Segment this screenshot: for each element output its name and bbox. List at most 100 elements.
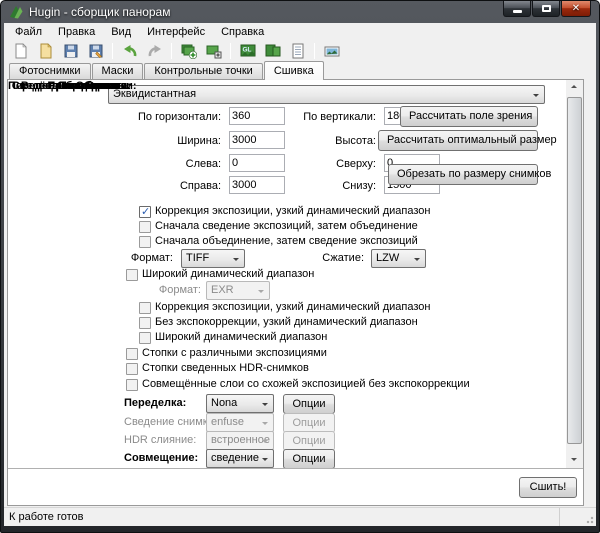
image-fusion-combo: enfuse [206, 413, 274, 432]
canvas-width-label: Ширина: [126, 135, 221, 147]
gl-preview-icon[interactable]: GL [236, 41, 259, 61]
remapped-checkbox-label-2: Широкий динамический диапазон [155, 331, 327, 343]
stitcher-tab-panel: Проекция: Эквидистантная Поле зрения: По… [7, 79, 584, 506]
menu-item-file[interactable]: Файл [7, 24, 50, 40]
crop-left-input[interactable] [229, 154, 285, 172]
add-images-icon[interactable] [177, 41, 200, 61]
crop-right-label: Справа: [126, 180, 221, 192]
output-checkbox-label-2: Сначала объединение, затем сведение эксп… [155, 235, 418, 247]
hdr-merger-options-button: Опции [283, 431, 335, 451]
tab-masks[interactable]: Маски [92, 63, 144, 79]
menu-item-edit[interactable]: Правка [50, 24, 103, 40]
status-bar: К работе готов [4, 507, 596, 526]
layers-checkbox-label-0: Совмещённые слои со схожей экспозицией б… [142, 378, 470, 390]
remapped-checkbox-0[interactable] [139, 302, 151, 314]
blender-combo[interactable]: сведение [206, 449, 274, 468]
svg-text:GL: GL [242, 47, 251, 54]
window-title: Hugin - сборщик панорам [29, 5, 170, 19]
menu-item-help[interactable]: Справка [213, 24, 272, 40]
menu-item-view[interactable]: Вид [103, 24, 139, 40]
hdr-merger-combo: встроенное [206, 431, 274, 450]
blender-label: Совмещение: [124, 452, 198, 464]
layers-checkbox-0[interactable] [126, 379, 138, 391]
undo-icon[interactable] [118, 41, 141, 61]
remapped-checkbox-2[interactable] [139, 332, 151, 344]
tab-bar: ФотоснимкиМаскиКонтрольные точкиСшивка [4, 61, 596, 79]
output-checkbox-1[interactable] [139, 221, 151, 233]
scroll-up-arrow-icon[interactable] [566, 80, 583, 97]
remapper-combo[interactable]: Nona [206, 394, 274, 413]
app-window: Hugin - сборщик панорам ✕ ФайлПравкаВидИ… [0, 0, 600, 533]
minimize-button[interactable] [503, 1, 531, 17]
crop-right-input[interactable] [229, 176, 285, 194]
crop-left-label: Слева: [126, 158, 221, 170]
vertical-scrollbar[interactable] [566, 80, 583, 468]
save-project-icon[interactable] [59, 41, 82, 61]
remapped-checkbox-label-1: Без экспокоррекции, узкий динамический д… [155, 316, 418, 328]
crop-to-images-button[interactable]: Обрезать по размеру снимков [388, 164, 538, 185]
crop-top-label: Сверху: [294, 158, 376, 170]
control-points-list-icon[interactable] [286, 41, 309, 61]
remapped-checkbox-1[interactable] [139, 317, 151, 329]
remapper-label: Переделка: [124, 397, 186, 409]
stitch-button[interactable]: Сшить! [519, 477, 577, 498]
format-combo[interactable]: TIFF [181, 249, 245, 268]
output-checkbox-label-1: Сначала сведение экспозиций, затем объед… [155, 220, 418, 232]
compression-combo[interactable]: LZW [371, 249, 426, 268]
menubar: ФайлПравкаВидИнтерфейсСправка [4, 23, 596, 41]
close-icon: ✕ [572, 2, 580, 16]
tab-stitcher[interactable]: Сшивка [264, 61, 324, 80]
compression-label: Сжатие: [299, 252, 364, 264]
canvas-height-label: Высота: [294, 135, 376, 147]
redo-icon[interactable] [143, 41, 166, 61]
status-text: К работе готов [9, 511, 84, 523]
hdr-output-checkbox-label: Широкий динамический диапазон [142, 268, 314, 280]
toolbar-separator [230, 43, 231, 59]
output-checkbox-0[interactable] [139, 206, 151, 218]
tab-control-points[interactable]: Контрольные точки [144, 63, 262, 79]
calc-optimal-size-button[interactable]: Рассчитать оптимальный размер [378, 130, 538, 151]
maximize-icon [542, 5, 551, 12]
projection-combo[interactable]: Эквидистантная [108, 85, 545, 104]
resize-grip[interactable] [584, 514, 594, 524]
output-checkbox-label-0: Коррекция экспозиции, узкий динамический… [155, 205, 430, 217]
stacks-checkbox-label-0: Стопки с различными экспозициями [142, 347, 327, 359]
add-time-series-icon[interactable] [202, 41, 225, 61]
stacks-checkbox-1[interactable] [126, 363, 138, 375]
minimize-icon [513, 10, 522, 13]
scrollbar-thumb[interactable] [567, 97, 582, 444]
menu-item-interface[interactable]: Интерфейс [139, 24, 213, 40]
stacks-checkbox-label-1: Стопки сведенных HDR-снимков [142, 362, 309, 374]
toolbar-separator [171, 43, 172, 59]
client-area: ФайлПравкаВидИнтерфейсСправка GL Фотосни… [4, 23, 596, 526]
preview-window-icon[interactable] [320, 41, 343, 61]
image-fusion-options-button: Опции [283, 413, 335, 433]
fov-vertical-label: По вертикали: [294, 111, 376, 123]
hdr-format-label: Формат: [136, 284, 201, 296]
scroll-down-arrow-icon[interactable] [566, 451, 583, 468]
hdr-merger-label: HDR слияние: [124, 434, 196, 446]
processing-label: Обработка: [8, 80, 119, 92]
window-controls: ✕ [503, 1, 591, 17]
hdr-output-checkbox[interactable] [126, 269, 138, 281]
format-label: Формат: [108, 252, 173, 264]
open-project-icon[interactable] [34, 41, 57, 61]
output-checkbox-2[interactable] [139, 236, 151, 248]
canvas-width-input[interactable] [229, 131, 285, 149]
new-project-icon[interactable] [9, 41, 32, 61]
toolbar-separator [112, 43, 113, 59]
fov-horizontal-label: По горизонтали: [126, 111, 221, 123]
save-as-icon[interactable] [84, 41, 107, 61]
maximize-button[interactable] [532, 1, 560, 17]
blender-options-button[interactable]: Опции [283, 449, 335, 469]
fast-preview-icon[interactable] [261, 41, 284, 61]
stacks-checkbox-0[interactable] [126, 348, 138, 360]
toolbar-separator [314, 43, 315, 59]
calc-fov-button[interactable]: Рассчитать поле зрения [400, 106, 538, 127]
close-button[interactable]: ✕ [561, 1, 591, 17]
titlebar: Hugin - сборщик панорам ✕ [1, 1, 599, 23]
crop-bottom-label: Снизу: [294, 180, 376, 192]
fov-horizontal-input[interactable] [229, 107, 285, 125]
tab-photos[interactable]: Фотоснимки [9, 63, 91, 79]
remapper-options-button[interactable]: Опции [283, 394, 335, 414]
